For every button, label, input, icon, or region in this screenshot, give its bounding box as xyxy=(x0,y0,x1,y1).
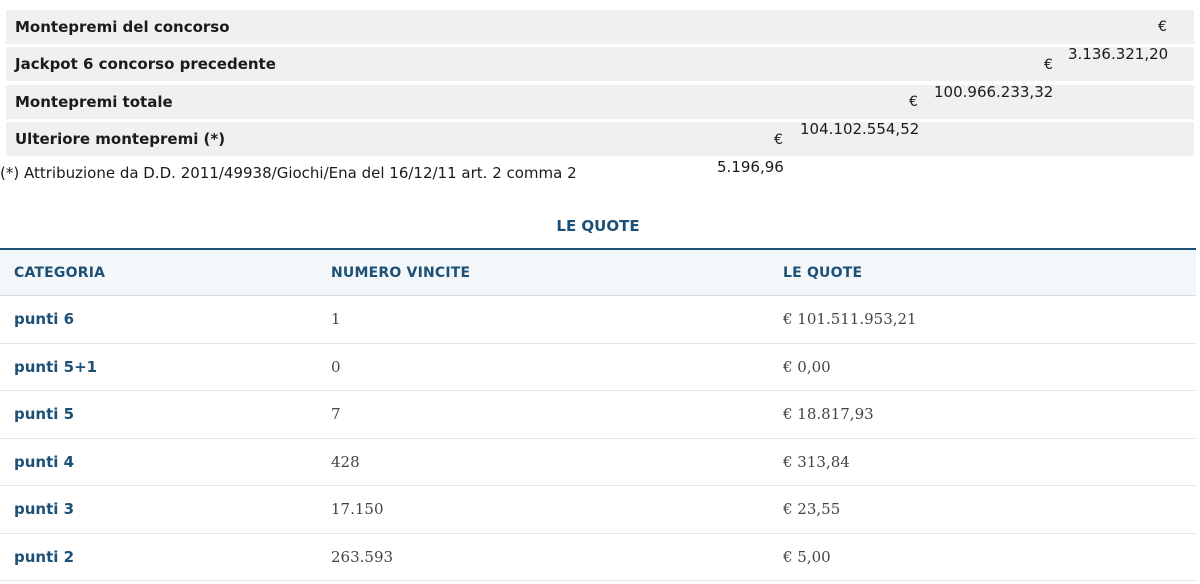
cell-quota: € 23,55 xyxy=(783,500,841,518)
table-header: CATEGORIA NUMERO VINCITE LE QUOTE xyxy=(0,248,1196,296)
table-row: punti 5+1 0 € 0,00 xyxy=(0,344,1196,391)
table-row: punti 3 17.150 € 23,55 xyxy=(0,486,1196,534)
column-header-numero-vincite: NUMERO VINCITE xyxy=(331,265,471,281)
summary-label: Montepremi totale xyxy=(15,93,173,111)
cell-categoria: punti 4 xyxy=(14,452,75,471)
summary-row-montepremi-concorso: Montepremi del concorso xyxy=(6,10,1194,44)
cell-vincite: 7 xyxy=(331,405,341,423)
cell-categoria: punti 3 xyxy=(14,500,75,518)
table-row: punti 6 1 € 101.511.953,21 xyxy=(0,296,1196,344)
summary-label: Jackpot 6 concorso precedente xyxy=(15,55,276,73)
cell-categoria: punti 5+1 xyxy=(14,357,98,376)
summary-currency: € xyxy=(1044,57,1053,73)
section-title: LE QUOTE xyxy=(556,217,640,235)
summary-row-jackpot-precedente: Jackpot 6 concorso precedente xyxy=(6,47,1194,81)
cell-quota: € 18.817,93 xyxy=(783,405,874,423)
summary-row-ulteriore-montepremi: Ulteriore montepremi (*) xyxy=(6,122,1194,156)
cell-vincite: 17.150 xyxy=(331,500,384,518)
cell-vincite: 263.593 xyxy=(331,547,394,566)
footnote: (*) Attribuzione da D.D. 2011/49938/Gioc… xyxy=(0,164,577,182)
cell-vincite: 428 xyxy=(331,452,360,471)
cell-categoria: punti 6 xyxy=(14,310,75,328)
cell-categoria: punti 2 xyxy=(14,547,75,566)
cell-vincite: 0 xyxy=(331,357,341,376)
summary-currency: € xyxy=(774,132,783,148)
summary-label: Montepremi del concorso xyxy=(15,18,230,36)
cell-quota: € 0,00 xyxy=(783,357,831,376)
cell-quota: € 313,84 xyxy=(783,452,850,471)
table-row: punti 5 7 € 18.817,93 xyxy=(0,391,1196,439)
summary-amount: 3.136.321,20 xyxy=(1068,45,1169,63)
column-header-le-quote: LE QUOTE xyxy=(783,265,863,281)
page: Montepremi del concorso Jackpot 6 concor… xyxy=(0,0,1200,584)
cell-quota: € 101.511.953,21 xyxy=(783,310,917,328)
cell-quota: € 5,00 xyxy=(783,547,831,566)
column-header-categoria: CATEGORIA xyxy=(14,265,106,281)
cell-vincite: 1 xyxy=(331,310,341,328)
table-row: punti 2 263.593 € 5,00 xyxy=(0,534,1196,581)
quote-table: CATEGORIA NUMERO VINCITE LE QUOTE punti … xyxy=(0,248,1196,581)
summary-currency: € xyxy=(1158,19,1167,35)
cell-categoria: punti 5 xyxy=(14,405,75,423)
summary-currency: € xyxy=(909,94,918,110)
summary-amount: 104.102.554,52 xyxy=(800,120,920,138)
summary-amount: 100.966.233,32 xyxy=(934,83,1054,101)
summary-label: Ulteriore montepremi (*) xyxy=(15,130,226,148)
table-row: punti 4 428 € 313,84 xyxy=(0,439,1196,486)
summary-amount: 5.196,96 xyxy=(717,158,784,176)
